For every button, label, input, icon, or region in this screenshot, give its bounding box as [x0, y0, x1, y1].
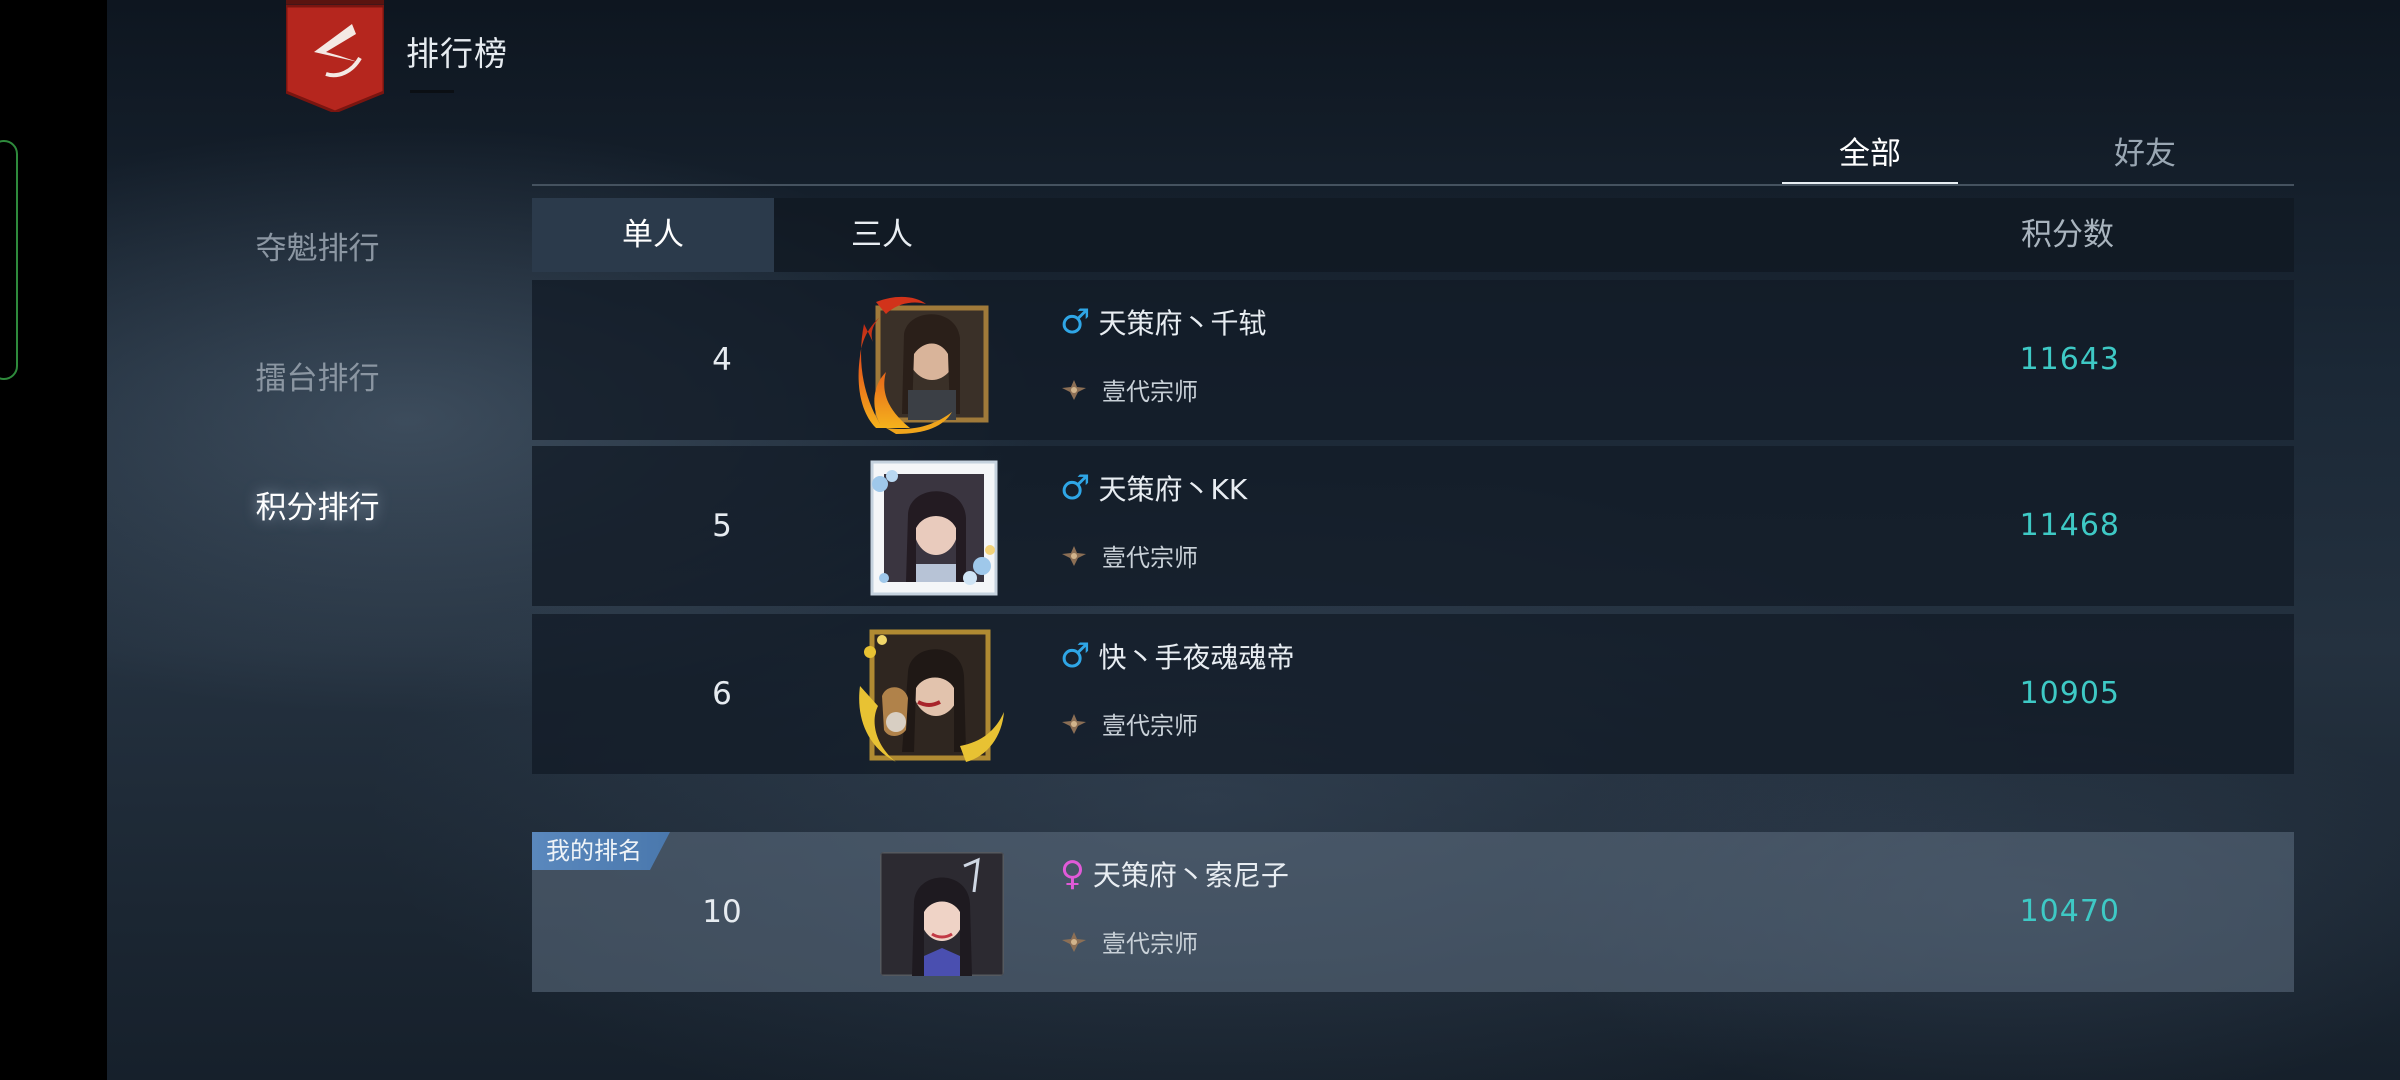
rank-number: 10: [702, 894, 742, 930]
player-name: 天策府丶索尼子: [1092, 859, 1289, 892]
male-icon: ♂: [1060, 302, 1091, 342]
player-name-line: ♂ 天策府丶KK: [1060, 468, 1247, 508]
player-title: 壹代宗师: [1102, 544, 1198, 572]
tab-friends[interactable]: 好友: [2057, 130, 2233, 182]
back-logo-icon[interactable]: [286, 0, 384, 112]
male-icon: ♂: [1060, 468, 1091, 508]
tab-all[interactable]: 全部: [1782, 130, 1958, 185]
my-rank-row[interactable]: 我的排名 10 ♀ 天策府丶索尼子 壹代宗师 10470: [532, 832, 2294, 992]
player-avatar[interactable]: [856, 626, 1006, 766]
player-score: 10905: [2019, 676, 2120, 711]
tab-solo[interactable]: 单人: [532, 198, 774, 272]
player-name-line: ♀ 天策府丶索尼子: [1060, 854, 1289, 894]
player-avatar[interactable]: [880, 852, 1004, 976]
page-title: 排行榜: [406, 34, 508, 73]
tab-trio[interactable]: 三人: [822, 198, 942, 272]
player-score: 10470: [2019, 894, 2120, 929]
my-rank-badge: 我的排名: [532, 832, 670, 870]
rank-number: 6: [712, 676, 732, 712]
player-name-line: ♂ 快丶手夜魂魂帝: [1060, 636, 1295, 676]
edge-gesture-handle: [0, 140, 18, 380]
ranking-row[interactable]: 4 ♂ 天策府丶千轼 壹代宗师 11643: [532, 280, 2294, 440]
female-icon: ♀: [1060, 854, 1085, 894]
player-name: 天策府丶千轼: [1098, 307, 1267, 340]
rank-number: 4: [712, 342, 732, 378]
score-column-header: 积分数: [2021, 217, 2114, 253]
tabs-divider: [532, 184, 2294, 186]
ranking-row[interactable]: 5 ♂ 天策府丶KK 壹代宗师 11468: [532, 446, 2294, 606]
player-score: 11468: [2019, 508, 2120, 543]
player-score: 11643: [2019, 342, 2120, 377]
player-name: 天策府丶KK: [1098, 473, 1248, 506]
table-header: 单人 三人 积分数: [532, 198, 2294, 272]
rank-emblem-icon: [1062, 379, 1086, 400]
player-title-line: 壹代宗师: [1060, 706, 1198, 741]
menu-item-duokui-ranking[interactable]: 夺魁排行: [200, 219, 435, 279]
player-title-line: 壹代宗师: [1060, 924, 1198, 959]
menu-item-leitai-ranking[interactable]: 擂台排行: [200, 349, 435, 409]
menu-item-points-ranking[interactable]: 积分排行: [160, 472, 475, 544]
player-title-line: 壹代宗师: [1060, 372, 1198, 407]
male-icon: ♂: [1060, 636, 1091, 676]
player-avatar[interactable]: [856, 294, 996, 434]
ranking-row[interactable]: 6 ♂ 快丶手夜魂魂帝 壹代宗师 10905: [532, 614, 2294, 774]
rank-emblem-icon: [1062, 545, 1086, 566]
rank-emblem-icon: [1062, 713, 1086, 734]
player-name-line: ♂ 天策府丶千轼: [1060, 302, 1267, 342]
player-title-line: 壹代宗师: [1060, 538, 1198, 573]
left-bezel: [0, 0, 107, 1080]
title-underline: [410, 90, 454, 93]
player-title: 壹代宗师: [1102, 712, 1198, 740]
rank-emblem-icon: [1062, 931, 1086, 952]
player-title: 壹代宗师: [1102, 378, 1198, 406]
player-name: 快丶手夜魂魂帝: [1098, 641, 1295, 674]
rank-number: 5: [712, 508, 732, 544]
player-avatar[interactable]: [862, 458, 1006, 598]
player-title: 壹代宗师: [1102, 930, 1198, 958]
